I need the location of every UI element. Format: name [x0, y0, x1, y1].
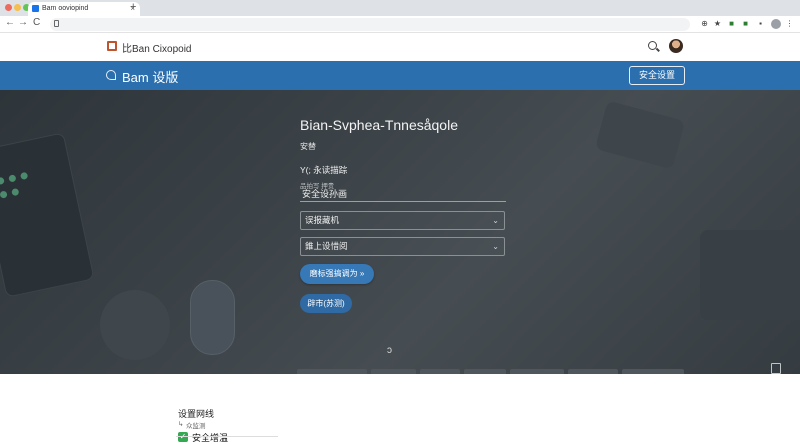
field-label: Y(; 永读描踪 — [300, 165, 348, 175]
select-dropdown-2[interactable]: 錐上设惜阅 ⌄ — [300, 237, 505, 256]
settings-section: 设置网线 ↳ 众监测 ✓ 安全增温 — [0, 374, 800, 443]
background-shape — [594, 100, 686, 170]
extension-icon[interactable]: ▪ — [756, 19, 765, 28]
form-title: Bian-Svphea-Tnnesåqole — [300, 117, 458, 133]
chat-icon — [106, 70, 116, 80]
site-header: 比Ban Cixopoid — [0, 33, 800, 61]
back-button[interactable]: ← — [5, 17, 15, 28]
arrow-icon: ↳ — [178, 421, 184, 428]
browser-profile-icon[interactable] — [771, 19, 781, 29]
browser-tab-strip: Bam ooviopind × + — [0, 0, 800, 16]
select-value: 錐上设惜阅 — [305, 241, 348, 251]
trash-icon[interactable] — [771, 363, 781, 374]
chevron-down-icon: ⌄ — [492, 242, 499, 251]
check-icon[interactable]: ✓ — [178, 432, 188, 442]
extension-icon[interactable]: ■ — [727, 19, 736, 28]
select-value: 误报藏机 — [305, 215, 340, 225]
page-title: Bam 设版 — [122, 70, 179, 85]
minimize-window-icon[interactable] — [14, 4, 21, 11]
secondary-action-button[interactable]: 辟市(苏测) — [300, 294, 352, 313]
menu-icon[interactable]: ⋮ — [785, 19, 794, 28]
site-logo-text[interactable]: 比Ban Cixopoid — [122, 40, 191, 55]
lock-icon — [54, 20, 59, 27]
hero-section: Bian-Svphea-Tnnesåqole 安替 Y(; 永读描踪 品拍写 押… — [0, 90, 800, 374]
background-shape — [700, 230, 800, 320]
bookmark-star-icon[interactable]: ★ — [713, 19, 722, 28]
section-title: 设置网线 — [178, 409, 215, 419]
search-icon[interactable] — [648, 41, 657, 50]
extension-icon[interactable]: ■ — [741, 19, 750, 28]
background-shape — [100, 290, 170, 360]
page-banner: Bam 设版 安全设置 — [0, 61, 800, 90]
browser-tab[interactable]: Bam ooviopind × — [28, 2, 140, 16]
favicon-icon — [32, 5, 39, 12]
browser-toolbar: ← → C ⊕ ★ ■ ■ ▪ ⋮ — [0, 16, 800, 33]
primary-action-button[interactable]: 磨标强搞调为 » — [300, 264, 374, 284]
new-tab-button[interactable]: + — [130, 1, 136, 13]
avatar[interactable] — [669, 39, 683, 53]
reload-button[interactable]: C — [33, 17, 40, 28]
address-bar[interactable] — [50, 18, 690, 31]
chevron-down-icon: ⌄ — [492, 216, 499, 225]
settings-text-field[interactable] — [300, 186, 506, 202]
section-subtitle: 众监测 — [186, 423, 206, 430]
divider — [176, 436, 278, 437]
scroll-down-icon[interactable]: ɔ — [387, 345, 392, 356]
form-subtitle: 安替 — [300, 142, 316, 151]
background-device — [0, 132, 95, 298]
logo-icon — [107, 41, 117, 51]
close-window-icon[interactable] — [5, 4, 12, 11]
checkbox-label: 安全增温 — [192, 433, 229, 443]
zoom-icon[interactable]: ⊕ — [700, 19, 709, 28]
background-mouse — [190, 280, 235, 355]
tab-title: Bam ooviopind — [42, 5, 89, 12]
select-dropdown-1[interactable]: 误报藏机 ⌄ — [300, 211, 505, 230]
settings-form: Bian-Svphea-Tnnesåqole 安替 Y(; 永读描踪 品拍写 押… — [300, 90, 506, 374]
forward-button[interactable]: → — [18, 17, 28, 28]
security-settings-button[interactable]: 安全设置 — [629, 66, 685, 85]
